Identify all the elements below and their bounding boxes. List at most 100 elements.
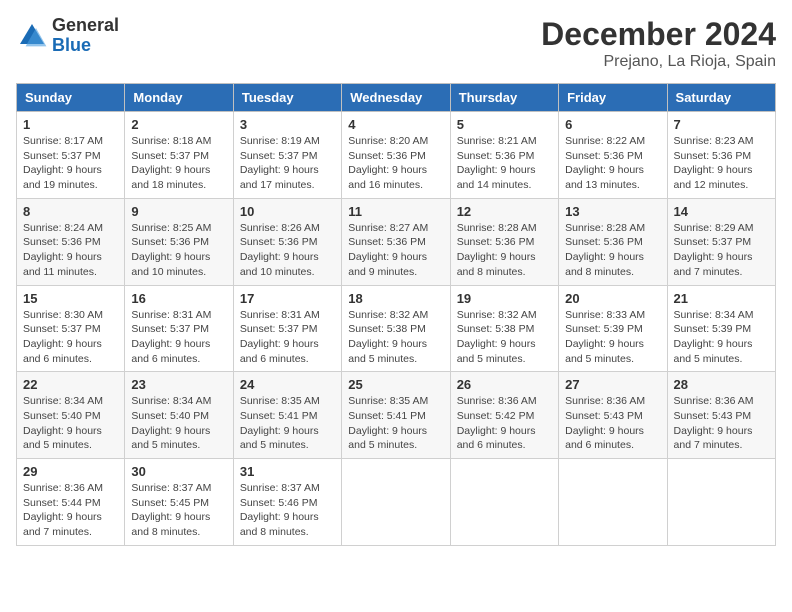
- calendar-cell: 2 Sunrise: 8:18 AM Sunset: 5:37 PM Dayli…: [125, 112, 233, 199]
- sunrise-label: Sunrise: 8:32 AM: [457, 309, 537, 321]
- calendar-cell: 25 Sunrise: 8:35 AM Sunset: 5:41 PM Dayl…: [342, 372, 450, 459]
- day-number: 25: [348, 377, 443, 392]
- month-title: December 2024: [541, 16, 776, 53]
- sunset-label: Sunset: 5:36 PM: [348, 236, 426, 248]
- day-number: 24: [240, 377, 335, 392]
- sunset-label: Sunset: 5:37 PM: [240, 323, 318, 335]
- calendar-cell: 1 Sunrise: 8:17 AM Sunset: 5:37 PM Dayli…: [17, 112, 125, 199]
- sunset-label: Sunset: 5:37 PM: [240, 150, 318, 162]
- sunset-label: Sunset: 5:36 PM: [674, 150, 752, 162]
- sunset-label: Sunset: 5:42 PM: [457, 410, 535, 422]
- calendar-cell: 31 Sunrise: 8:37 AM Sunset: 5:46 PM Dayl…: [233, 459, 341, 546]
- sunrise-label: Sunrise: 8:35 AM: [240, 395, 320, 407]
- calendar-cell: 27 Sunrise: 8:36 AM Sunset: 5:43 PM Dayl…: [559, 372, 667, 459]
- sunrise-label: Sunrise: 8:36 AM: [23, 482, 103, 494]
- cell-content: Sunrise: 8:32 AM Sunset: 5:38 PM Dayligh…: [457, 308, 552, 367]
- sunset-label: Sunset: 5:43 PM: [674, 410, 752, 422]
- cell-content: Sunrise: 8:25 AM Sunset: 5:36 PM Dayligh…: [131, 221, 226, 280]
- cell-content: Sunrise: 8:31 AM Sunset: 5:37 PM Dayligh…: [131, 308, 226, 367]
- sunrise-label: Sunrise: 8:19 AM: [240, 135, 320, 147]
- daylight-label: Daylight: 9 hours and 11 minutes.: [23, 251, 102, 278]
- calendar-cell: 18 Sunrise: 8:32 AM Sunset: 5:38 PM Dayl…: [342, 285, 450, 372]
- sunset-label: Sunset: 5:37 PM: [131, 323, 209, 335]
- calendar-cell: 26 Sunrise: 8:36 AM Sunset: 5:42 PM Dayl…: [450, 372, 558, 459]
- calendar-cell: 3 Sunrise: 8:19 AM Sunset: 5:37 PM Dayli…: [233, 112, 341, 199]
- page-header: General Blue December 2024 Prejano, La R…: [16, 16, 776, 71]
- day-number: 12: [457, 204, 552, 219]
- daylight-label: Daylight: 9 hours and 13 minutes.: [565, 164, 644, 191]
- cell-content: Sunrise: 8:19 AM Sunset: 5:37 PM Dayligh…: [240, 134, 335, 193]
- cell-content: Sunrise: 8:28 AM Sunset: 5:36 PM Dayligh…: [457, 221, 552, 280]
- sunrise-label: Sunrise: 8:36 AM: [565, 395, 645, 407]
- sunset-label: Sunset: 5:46 PM: [240, 497, 318, 509]
- daylight-label: Daylight: 9 hours and 9 minutes.: [348, 251, 427, 278]
- calendar-cell: [667, 459, 775, 546]
- calendar-cell: [342, 459, 450, 546]
- daylight-label: Daylight: 9 hours and 10 minutes.: [240, 251, 319, 278]
- sunset-label: Sunset: 5:38 PM: [348, 323, 426, 335]
- daylight-label: Daylight: 9 hours and 5 minutes.: [348, 425, 427, 452]
- day-number: 21: [674, 291, 769, 306]
- sunrise-label: Sunrise: 8:36 AM: [457, 395, 537, 407]
- sunset-label: Sunset: 5:41 PM: [240, 410, 318, 422]
- cell-content: Sunrise: 8:29 AM Sunset: 5:37 PM Dayligh…: [674, 221, 769, 280]
- day-number: 19: [457, 291, 552, 306]
- calendar-cell: 24 Sunrise: 8:35 AM Sunset: 5:41 PM Dayl…: [233, 372, 341, 459]
- cell-content: Sunrise: 8:28 AM Sunset: 5:36 PM Dayligh…: [565, 221, 660, 280]
- day-number: 13: [565, 204, 660, 219]
- weekday-header: Monday: [125, 84, 233, 112]
- sunset-label: Sunset: 5:39 PM: [565, 323, 643, 335]
- daylight-label: Daylight: 9 hours and 6 minutes.: [457, 425, 536, 452]
- calendar-cell: 13 Sunrise: 8:28 AM Sunset: 5:36 PM Dayl…: [559, 198, 667, 285]
- sunrise-label: Sunrise: 8:26 AM: [240, 222, 320, 234]
- daylight-label: Daylight: 9 hours and 6 minutes.: [131, 338, 210, 365]
- cell-content: Sunrise: 8:36 AM Sunset: 5:44 PM Dayligh…: [23, 481, 118, 540]
- calendar-cell: 30 Sunrise: 8:37 AM Sunset: 5:45 PM Dayl…: [125, 459, 233, 546]
- calendar-week-row: 1 Sunrise: 8:17 AM Sunset: 5:37 PM Dayli…: [17, 112, 776, 199]
- cell-content: Sunrise: 8:17 AM Sunset: 5:37 PM Dayligh…: [23, 134, 118, 193]
- sunset-label: Sunset: 5:37 PM: [23, 150, 101, 162]
- daylight-label: Daylight: 9 hours and 5 minutes.: [457, 338, 536, 365]
- weekday-header: Wednesday: [342, 84, 450, 112]
- calendar-cell: [450, 459, 558, 546]
- sunset-label: Sunset: 5:36 PM: [348, 150, 426, 162]
- cell-content: Sunrise: 8:37 AM Sunset: 5:45 PM Dayligh…: [131, 481, 226, 540]
- daylight-label: Daylight: 9 hours and 7 minutes.: [23, 511, 102, 538]
- weekday-header: Friday: [559, 84, 667, 112]
- cell-content: Sunrise: 8:23 AM Sunset: 5:36 PM Dayligh…: [674, 134, 769, 193]
- daylight-label: Daylight: 9 hours and 5 minutes.: [674, 338, 753, 365]
- sunrise-label: Sunrise: 8:27 AM: [348, 222, 428, 234]
- day-number: 2: [131, 117, 226, 132]
- calendar-cell: 28 Sunrise: 8:36 AM Sunset: 5:43 PM Dayl…: [667, 372, 775, 459]
- cell-content: Sunrise: 8:37 AM Sunset: 5:46 PM Dayligh…: [240, 481, 335, 540]
- sunrise-label: Sunrise: 8:35 AM: [348, 395, 428, 407]
- calendar-week-row: 15 Sunrise: 8:30 AM Sunset: 5:37 PM Dayl…: [17, 285, 776, 372]
- weekday-header: Sunday: [17, 84, 125, 112]
- logo-general-text: General: [52, 16, 119, 36]
- title-area: December 2024 Prejano, La Rioja, Spain: [541, 16, 776, 71]
- daylight-label: Daylight: 9 hours and 10 minutes.: [131, 251, 210, 278]
- daylight-label: Daylight: 9 hours and 5 minutes.: [23, 425, 102, 452]
- sunset-label: Sunset: 5:36 PM: [565, 150, 643, 162]
- daylight-label: Daylight: 9 hours and 8 minutes.: [457, 251, 536, 278]
- weekday-header: Saturday: [667, 84, 775, 112]
- calendar-header-row: SundayMondayTuesdayWednesdayThursdayFrid…: [17, 84, 776, 112]
- cell-content: Sunrise: 8:32 AM Sunset: 5:38 PM Dayligh…: [348, 308, 443, 367]
- calendar-cell: 23 Sunrise: 8:34 AM Sunset: 5:40 PM Dayl…: [125, 372, 233, 459]
- cell-content: Sunrise: 8:35 AM Sunset: 5:41 PM Dayligh…: [348, 394, 443, 453]
- cell-content: Sunrise: 8:24 AM Sunset: 5:36 PM Dayligh…: [23, 221, 118, 280]
- daylight-label: Daylight: 9 hours and 16 minutes.: [348, 164, 427, 191]
- cell-content: Sunrise: 8:34 AM Sunset: 5:39 PM Dayligh…: [674, 308, 769, 367]
- day-number: 7: [674, 117, 769, 132]
- daylight-label: Daylight: 9 hours and 8 minutes.: [131, 511, 210, 538]
- sunrise-label: Sunrise: 8:34 AM: [23, 395, 103, 407]
- daylight-label: Daylight: 9 hours and 6 minutes.: [240, 338, 319, 365]
- day-number: 15: [23, 291, 118, 306]
- sunset-label: Sunset: 5:37 PM: [23, 323, 101, 335]
- cell-content: Sunrise: 8:36 AM Sunset: 5:43 PM Dayligh…: [565, 394, 660, 453]
- sunrise-label: Sunrise: 8:29 AM: [674, 222, 754, 234]
- calendar-cell: 29 Sunrise: 8:36 AM Sunset: 5:44 PM Dayl…: [17, 459, 125, 546]
- sunrise-label: Sunrise: 8:34 AM: [674, 309, 754, 321]
- sunrise-label: Sunrise: 8:33 AM: [565, 309, 645, 321]
- day-number: 29: [23, 464, 118, 479]
